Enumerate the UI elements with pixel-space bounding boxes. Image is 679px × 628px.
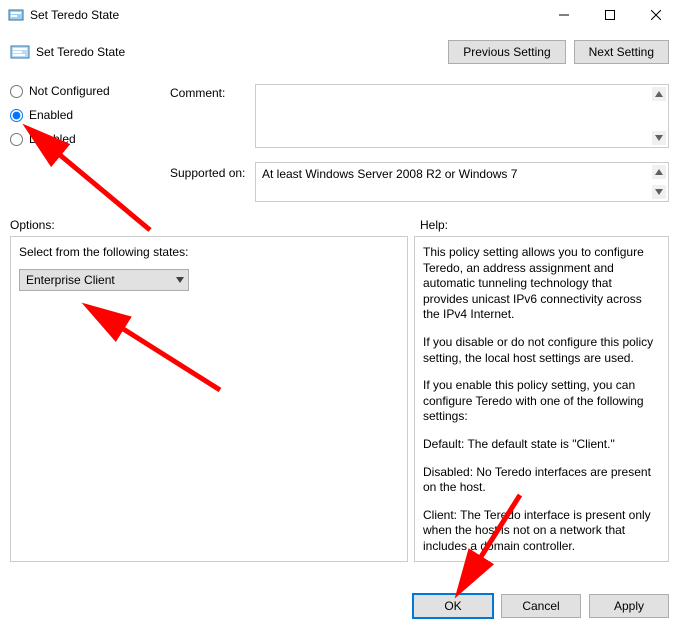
help-paragraph: This policy setting allows you to config… <box>423 245 660 323</box>
options-label: Options: <box>10 218 420 232</box>
radio-not-configured[interactable]: Not Configured <box>10 84 170 98</box>
supported-on-text: At least Windows Server 2008 R2 or Windo… <box>262 167 517 181</box>
previous-setting-button[interactable]: Previous Setting <box>448 40 565 64</box>
help-paragraph: Default: The default state is "Client." <box>423 437 660 453</box>
scroll-up-icon[interactable] <box>652 165 666 179</box>
policy-icon <box>10 42 30 62</box>
header: Set Teredo State Previous Setting Next S… <box>0 30 679 70</box>
radio-enabled[interactable]: Enabled <box>10 108 170 122</box>
ok-button[interactable]: OK <box>413 594 493 618</box>
supported-on-textbox: At least Windows Server 2008 R2 or Windo… <box>255 162 669 202</box>
select-states-label: Select from the following states: <box>19 245 399 259</box>
comment-label: Comment: <box>170 84 255 100</box>
help-paragraph: If you enable this policy setting, you c… <box>423 378 660 425</box>
help-label: Help: <box>420 218 669 232</box>
help-paragraph: If you disable or do not configure this … <box>423 335 660 366</box>
help-paragraph: Client: The Teredo interface is present … <box>423 508 660 555</box>
radio-disabled-label: Disabled <box>29 132 76 146</box>
radio-enabled-input[interactable] <box>10 109 23 122</box>
radio-disabled-input[interactable] <box>10 133 23 146</box>
scroll-down-icon[interactable] <box>652 185 666 199</box>
minimize-button[interactable] <box>541 0 587 30</box>
apply-button[interactable]: Apply <box>589 594 669 618</box>
window-title: Set Teredo State <box>30 8 541 22</box>
titlebar: Set Teredo State <box>0 0 679 30</box>
radio-disabled[interactable]: Disabled <box>10 132 170 146</box>
comment-textarea[interactable] <box>255 84 669 148</box>
help-paragraph: Disabled: No Teredo interfaces are prese… <box>423 465 660 496</box>
next-setting-button[interactable]: Next Setting <box>574 40 669 64</box>
maximize-button[interactable] <box>587 0 633 30</box>
app-icon <box>8 7 24 23</box>
supported-on-label: Supported on: <box>170 162 255 180</box>
close-button[interactable] <box>633 0 679 30</box>
help-panel: This policy setting allows you to config… <box>414 236 669 562</box>
chevron-down-icon <box>176 275 184 285</box>
scroll-up-icon[interactable] <box>652 87 666 101</box>
radio-not-configured-input[interactable] <box>10 85 23 98</box>
policy-title: Set Teredo State <box>36 45 448 59</box>
states-dropdown-value: Enterprise Client <box>26 273 115 287</box>
states-dropdown[interactable]: Enterprise Client <box>19 269 189 291</box>
state-radio-group: Not Configured Enabled Disabled <box>10 84 170 156</box>
options-panel: Select from the following states: Enterp… <box>10 236 408 562</box>
radio-enabled-label: Enabled <box>29 108 73 122</box>
radio-not-configured-label: Not Configured <box>29 84 110 98</box>
cancel-button[interactable]: Cancel <box>501 594 581 618</box>
scroll-down-icon[interactable] <box>652 131 666 145</box>
